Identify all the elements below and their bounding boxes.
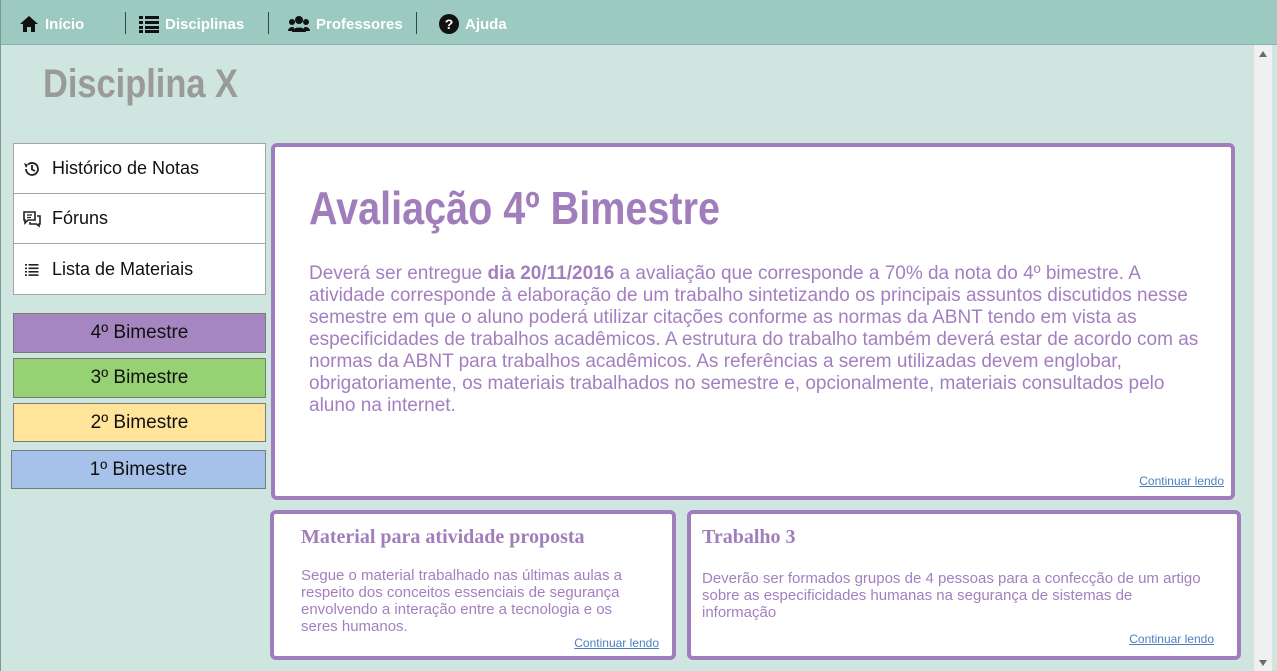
top-navigation: Início Disciplinas Professores ? Ajuda xyxy=(1,0,1277,45)
nav-inicio[interactable]: Início xyxy=(19,12,84,36)
nav-professores-label: Professores xyxy=(316,15,403,33)
side-menu: Histórico de Notas Fóruns Lista de Mater… xyxy=(13,143,266,295)
assignment-card: Trabalho 3 Deverão ser formados grupos d… xyxy=(687,510,1241,660)
nav-divider xyxy=(125,12,126,34)
due-date: dia 20/11/2016 xyxy=(487,263,615,284)
nav-divider xyxy=(268,12,269,34)
continue-reading-link[interactable]: Continuar lendo xyxy=(574,636,659,650)
card-title: Material para atividade proposta xyxy=(301,526,585,548)
users-icon xyxy=(288,16,310,32)
question-icon: ? xyxy=(439,14,459,34)
nav-disciplinas[interactable]: Disciplinas xyxy=(139,12,244,36)
card-body-text: Deverá ser entregue xyxy=(309,263,488,284)
bimestre-4-button[interactable]: 4º Bimestre xyxy=(13,313,266,353)
nav-professores[interactable]: Professores xyxy=(288,12,403,36)
card-title: Trabalho 3 xyxy=(702,526,796,548)
card-title: Avaliação 4º Bimestre xyxy=(309,182,720,234)
scroll-up-arrow-icon[interactable] xyxy=(1254,45,1272,62)
svg-text:?: ? xyxy=(445,16,454,32)
menu-item-label: Lista de Materiais xyxy=(52,258,194,279)
menu-item-foruns[interactable]: Fóruns xyxy=(14,194,265,244)
continue-reading-link[interactable]: Continuar lendo xyxy=(1139,474,1224,488)
menu-item-label: Fóruns xyxy=(52,208,109,228)
menu-item-historico[interactable]: Histórico de Notas xyxy=(14,144,265,194)
nav-disciplinas-label: Disciplinas xyxy=(165,15,245,33)
scroll-down-arrow-icon[interactable] xyxy=(1254,654,1272,671)
nav-ajuda-label: Ajuda xyxy=(465,15,507,33)
material-card: Material para atividade proposta Segue o… xyxy=(270,510,676,660)
menu-item-label: Histórico de Notas xyxy=(52,158,200,178)
nav-inicio-label: Início xyxy=(45,15,85,33)
main-announcement-card: Avaliação 4º Bimestre Deverá ser entregu… xyxy=(271,143,1235,500)
card-body: Deverá ser entregue dia 20/11/2016 a ava… xyxy=(309,263,1199,417)
bimestre-2-button[interactable]: 2º Bimestre xyxy=(13,403,266,442)
page-title: Disciplina X xyxy=(43,62,239,106)
home-icon xyxy=(20,16,38,32)
list-icon xyxy=(22,259,42,279)
continue-reading-link[interactable]: Continuar lendo xyxy=(1129,632,1214,646)
card-body: Deverão ser formados grupos de 4 pessoas… xyxy=(702,570,1201,621)
card-body: Segue o material trabalhado nas últimas … xyxy=(301,567,623,635)
card-body-text: a avaliação que corresponde a 70% da not… xyxy=(309,263,1199,416)
list-icon xyxy=(139,16,159,33)
vertical-scrollbar[interactable] xyxy=(1253,45,1272,671)
bimestre-3-button[interactable]: 3º Bimestre xyxy=(13,358,266,398)
menu-item-materiais[interactable]: Lista de Materiais xyxy=(14,244,265,294)
forum-icon xyxy=(22,209,42,229)
nav-ajuda[interactable]: ? Ajuda xyxy=(439,12,507,36)
bimestre-1-button[interactable]: 1º Bimestre xyxy=(11,450,266,489)
history-icon xyxy=(22,159,42,179)
nav-divider xyxy=(416,12,417,34)
